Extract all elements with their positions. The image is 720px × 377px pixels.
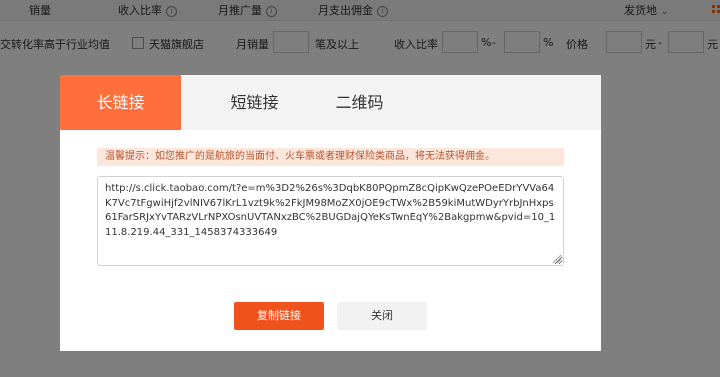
commission-notice: 温馨提示：如您推广的是航旅的当面付、火车票或者理财保险类商品，将无法获得佣金。	[97, 148, 564, 166]
tab-qr-code[interactable]: 二维码	[299, 75, 420, 130]
link-type-tabs: 长链接 短链接 二维码	[60, 75, 601, 130]
resize-grip-icon[interactable]	[551, 253, 562, 264]
tab-short-link[interactable]: 短链接	[194, 75, 315, 130]
share-link-dialog: 长链接 短链接 二维码 温馨提示：如您推广的是航旅的当面付、火车票或者理财保险类…	[60, 75, 601, 351]
long-link-textarea[interactable]: http://s.click.taobao.com/t?e=m%3D2%26s%…	[97, 176, 564, 266]
copy-link-button[interactable]: 复制链接	[234, 302, 324, 330]
close-button[interactable]: 关闭	[337, 302, 427, 330]
tab-long-link[interactable]: 长链接	[60, 75, 181, 130]
